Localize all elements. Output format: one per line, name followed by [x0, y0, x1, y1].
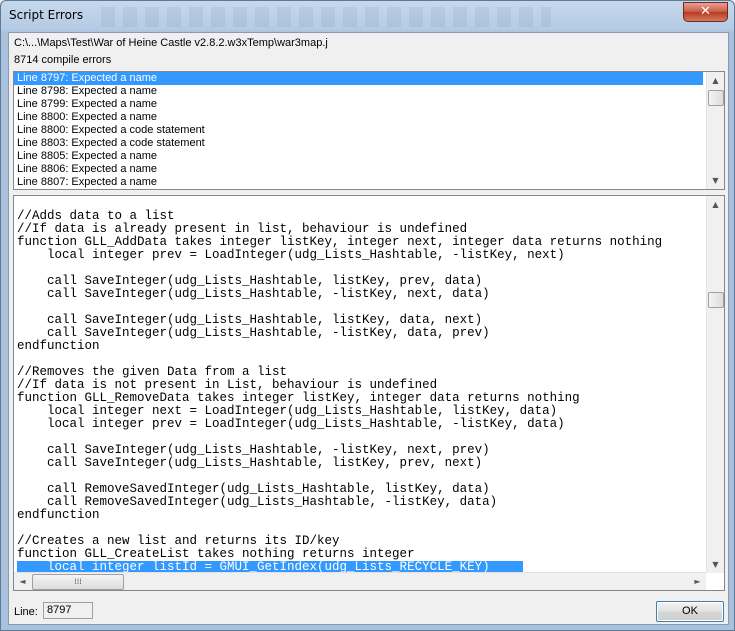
code-line: endfunction [17, 508, 100, 522]
code-view[interactable]: //Adds data to a list//If data is alread… [13, 195, 725, 591]
scroll-down-arrow-icon[interactable]: ▼ [707, 556, 724, 573]
code-line: endfunction [17, 339, 100, 353]
error-list-item[interactable]: Line 8797: Expected a name [14, 72, 703, 85]
code-text: //Adds data to a list//If data is alread… [17, 210, 662, 574]
error-list[interactable]: Line 8797: Expected a name Line 8798: Exp… [13, 71, 725, 190]
error-list-scrollbar[interactable]: ▲ ▼ [706, 72, 724, 189]
horizontal-scroll-thumb[interactable]: ⁞⁞⁞ [32, 574, 124, 590]
scroll-right-arrow-icon[interactable]: ► [689, 573, 706, 590]
file-path: C:\...\Maps\Test\War of Heine Castle v2.… [14, 37, 328, 49]
code-line: local integer prev = LoadInteger(udg_Lis… [17, 417, 565, 431]
title-bar[interactable]: Script Errors ✕ [1, 1, 734, 32]
scroll-left-arrow-icon[interactable]: ◄ [14, 573, 31, 590]
scroll-up-arrow-icon[interactable]: ▲ [707, 72, 724, 89]
dialog-client: C:\...\Maps\Test\War of Heine Castle v2.… [8, 32, 729, 625]
close-button[interactable]: ✕ [683, 2, 728, 22]
code-vertical-scrollbar[interactable]: ▲ ▼ [706, 196, 724, 573]
error-list-item[interactable]: Line 8807: Expected a name [14, 176, 703, 189]
line-number-field[interactable]: 8797 [43, 602, 93, 619]
scroll-down-arrow-icon[interactable]: ▼ [707, 172, 724, 189]
code-line: call SaveInteger(udg_Lists_Hashtable, -l… [17, 326, 490, 340]
error-list-item[interactable]: Line 8799: Expected a name [14, 98, 703, 111]
error-count: 8714 compile errors [14, 54, 112, 66]
error-list-item[interactable]: Line 8803: Expected a code statement [14, 137, 703, 150]
background-toolbar-ghost [101, 7, 551, 27]
code-line: call SaveInteger(udg_Lists_Hashtable, -l… [17, 287, 490, 301]
code-horizontal-scrollbar[interactable]: ◄ ⁞⁞⁞ ► [14, 572, 706, 590]
code-line: call RemoveSavedInteger(udg_Lists_Hashta… [17, 495, 498, 509]
scroll-thumb[interactable] [708, 90, 724, 106]
script-errors-window: Script Errors ✕ C:\...\Maps\Test\War of … [0, 0, 735, 631]
error-list-item[interactable]: Line 8800: Expected a name [14, 111, 703, 124]
code-line: local integer prev = LoadInteger(udg_Lis… [17, 248, 565, 262]
window-title: Script Errors [9, 8, 84, 22]
ok-button[interactable]: OK [656, 601, 724, 622]
code-line: call SaveInteger(udg_Lists_Hashtable, li… [17, 456, 483, 470]
error-list-item[interactable]: Line 8800: Expected a code statement [14, 124, 703, 137]
error-list-item[interactable]: Line 8805: Expected a name [14, 150, 703, 163]
line-label: Line: [14, 606, 38, 618]
error-list-item[interactable]: Line 8798: Expected a name [14, 85, 703, 98]
scroll-up-arrow-icon[interactable]: ▲ [707, 196, 724, 213]
scroll-thumb[interactable] [708, 292, 724, 308]
error-list-item[interactable]: Line 8806: Expected a name [14, 163, 703, 176]
